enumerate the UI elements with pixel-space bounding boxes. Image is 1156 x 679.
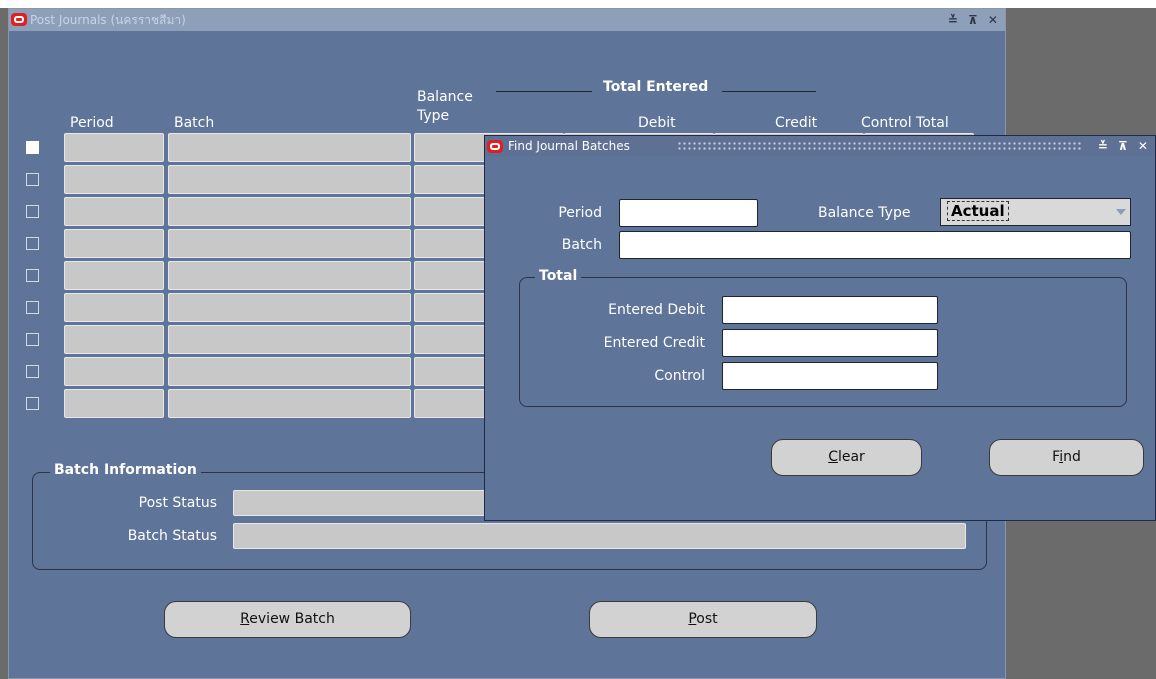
control-input[interactable] xyxy=(722,362,938,390)
row-select-checkbox[interactable] xyxy=(26,365,39,378)
batch-cell[interactable] xyxy=(168,229,411,258)
period-cell[interactable] xyxy=(64,389,164,418)
balance-type-header-line1: Balance xyxy=(417,89,473,105)
find-period-label: Period xyxy=(558,205,602,221)
batch-information-title: Batch Information xyxy=(50,462,201,478)
find-titlebar[interactable]: Find Journal Batches ≚ ⊼ ✕ xyxy=(485,136,1155,156)
row-select-checkbox[interactable] xyxy=(26,397,39,410)
batch-cell[interactable] xyxy=(168,197,411,226)
find-button[interactable]: Find xyxy=(989,439,1144,476)
row-select-checkbox[interactable] xyxy=(26,173,39,186)
row-select-checkbox[interactable] xyxy=(26,205,39,218)
find-journal-batches-dialog: Find Journal Batches ≚ ⊼ ✕ Period Balanc… xyxy=(484,135,1156,521)
find-period-input[interactable] xyxy=(619,199,758,227)
find-label-post: nd xyxy=(1063,449,1081,465)
period-cell[interactable] xyxy=(64,229,164,258)
review-batch-mnemonic: R xyxy=(240,611,250,627)
balance-type-value: Actual xyxy=(947,201,1009,221)
entered-credit-input[interactable] xyxy=(722,329,938,357)
row-select-checkbox[interactable] xyxy=(26,237,39,250)
batch-cell[interactable] xyxy=(168,165,411,194)
find-batch-label: Batch xyxy=(561,237,602,253)
batch-cell[interactable] xyxy=(168,389,411,418)
batch-status-field xyxy=(233,523,966,549)
find-batch-input[interactable] xyxy=(619,231,1131,259)
total-entered-line-right xyxy=(722,91,816,92)
control-total-header: Control Total xyxy=(861,115,949,131)
window-controls-icon[interactable]: ≚ ⊼ ✕ xyxy=(948,9,1001,31)
main-window-title: Post Journals (นครราชสีมา) xyxy=(30,13,186,27)
debit-header: Debit xyxy=(638,115,676,131)
find-window-controls-icon[interactable]: ≚ ⊼ ✕ xyxy=(1098,136,1151,156)
titlebar-dots xyxy=(677,141,1083,151)
period-cell[interactable] xyxy=(64,357,164,386)
batch-cell[interactable] xyxy=(168,325,411,354)
entered-credit-label: Entered Credit xyxy=(603,335,705,351)
batch-header: Batch xyxy=(174,115,215,131)
total-entered-line-left xyxy=(496,91,592,92)
batch-cell[interactable] xyxy=(168,357,411,386)
total-group-title: Total xyxy=(535,268,582,284)
find-balance-type-select[interactable]: Actual xyxy=(940,198,1131,226)
total-entered-header: Total Entered xyxy=(603,79,709,95)
review-batch-label: eview Batch xyxy=(249,611,335,627)
control-label: Control xyxy=(654,368,705,384)
period-cell[interactable] xyxy=(64,133,164,162)
clear-button[interactable]: Clear xyxy=(771,439,922,476)
credit-header: Credit xyxy=(775,115,818,131)
period-cell[interactable] xyxy=(64,325,164,354)
row-select-checkbox[interactable] xyxy=(26,269,39,282)
period-cell[interactable] xyxy=(64,165,164,194)
entered-debit-input[interactable] xyxy=(722,296,938,324)
oracle-logo-icon xyxy=(11,13,27,26)
top-strip xyxy=(0,0,1156,8)
post-label: ost xyxy=(696,611,718,627)
main-titlebar[interactable]: Post Journals (นครราชสีมา) ≚ ⊼ ✕ xyxy=(9,9,1005,31)
row-select-checkbox[interactable] xyxy=(26,333,39,346)
batch-status-label: Batch Status xyxy=(127,528,217,544)
clear-mnemonic: C xyxy=(828,449,838,465)
review-batch-button[interactable]: Review Batch xyxy=(164,601,411,638)
period-header: Period xyxy=(70,115,114,131)
batch-cell[interactable] xyxy=(168,293,411,322)
period-cell[interactable] xyxy=(64,261,164,290)
find-dialog-title: Find Journal Batches xyxy=(508,139,630,153)
entered-debit-label: Entered Debit xyxy=(608,302,705,318)
period-cell[interactable] xyxy=(64,197,164,226)
batch-cell[interactable] xyxy=(168,133,411,162)
balance-type-header-line2: Type xyxy=(417,108,450,124)
post-button[interactable]: Post xyxy=(589,601,817,638)
post-status-label: Post Status xyxy=(138,495,217,511)
clear-label: lear xyxy=(837,449,865,465)
batch-cell[interactable] xyxy=(168,261,411,290)
find-balance-type-label: Balance Type xyxy=(818,205,911,221)
chevron-down-icon[interactable] xyxy=(1116,209,1126,215)
row-select-checkbox[interactable] xyxy=(26,141,39,154)
period-cell[interactable] xyxy=(64,293,164,322)
row-select-checkbox[interactable] xyxy=(26,301,39,314)
oracle-logo-icon xyxy=(487,140,503,153)
